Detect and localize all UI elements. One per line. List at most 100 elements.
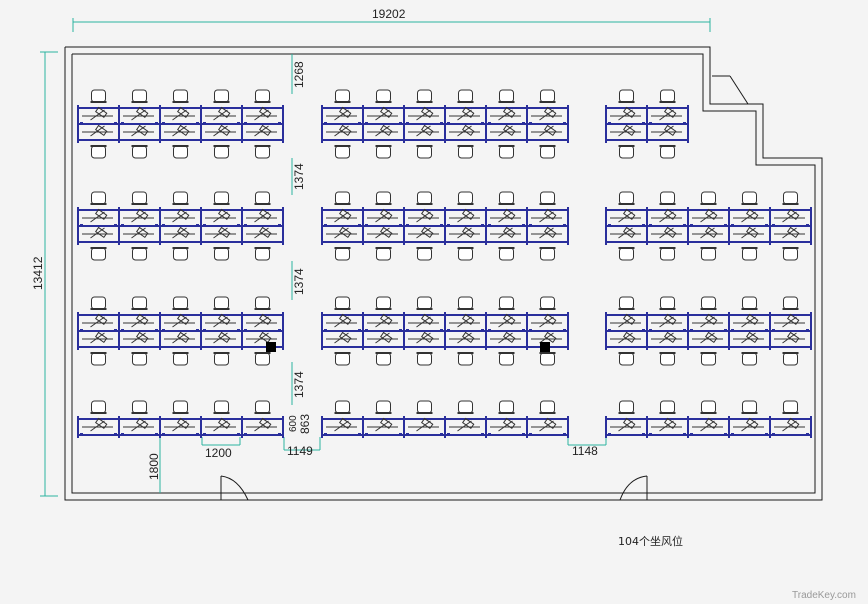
desk bbox=[651, 226, 682, 239]
chair bbox=[700, 352, 717, 366]
desk bbox=[733, 226, 764, 239]
desk bbox=[164, 226, 195, 239]
desk bbox=[408, 417, 439, 432]
chair bbox=[741, 352, 758, 366]
desk bbox=[326, 124, 357, 137]
chair bbox=[457, 247, 474, 261]
desk bbox=[531, 331, 562, 344]
desk bbox=[205, 313, 236, 328]
desk bbox=[326, 331, 357, 344]
chair bbox=[254, 89, 271, 103]
desk bbox=[205, 331, 236, 344]
bottom-offset-label: 1800 bbox=[147, 453, 161, 480]
total-height-label: 13412 bbox=[31, 256, 45, 290]
chair bbox=[213, 352, 230, 366]
walkway-left-label: 1149 bbox=[287, 444, 313, 458]
chair bbox=[416, 400, 433, 414]
chair bbox=[782, 352, 799, 366]
desk bbox=[408, 226, 439, 239]
chair bbox=[498, 89, 515, 103]
desk bbox=[651, 208, 682, 223]
chair bbox=[375, 145, 392, 159]
chair bbox=[213, 89, 230, 103]
desk bbox=[408, 331, 439, 344]
desk bbox=[733, 208, 764, 223]
desk bbox=[449, 417, 480, 432]
chair bbox=[416, 352, 433, 366]
cluster-right-row-2 bbox=[605, 191, 812, 261]
desk bbox=[733, 331, 764, 344]
aisle-width-label: 863 bbox=[298, 414, 312, 434]
desk bbox=[449, 226, 480, 239]
chair bbox=[539, 145, 556, 159]
chair bbox=[416, 247, 433, 261]
desk bbox=[651, 313, 682, 328]
chair bbox=[498, 296, 515, 310]
cluster-middle-row-4 bbox=[321, 400, 569, 438]
total-width-label: 19202 bbox=[372, 7, 406, 21]
cluster-right-row-1 bbox=[605, 89, 689, 159]
desk bbox=[408, 208, 439, 223]
desk bbox=[490, 208, 521, 223]
chair bbox=[659, 89, 676, 103]
desk bbox=[82, 331, 113, 344]
chair bbox=[741, 400, 758, 414]
desk bbox=[774, 417, 805, 432]
desk bbox=[733, 417, 764, 432]
chair bbox=[254, 247, 271, 261]
desk bbox=[531, 313, 562, 328]
column-right bbox=[540, 342, 550, 352]
chair bbox=[254, 145, 271, 159]
chair bbox=[90, 400, 107, 414]
gap-row-1-label: 1374 bbox=[292, 163, 306, 190]
desk bbox=[326, 208, 357, 223]
chair bbox=[213, 400, 230, 414]
desk bbox=[692, 331, 723, 344]
chair bbox=[457, 400, 474, 414]
chair bbox=[254, 296, 271, 310]
desk bbox=[164, 124, 195, 137]
desk bbox=[326, 226, 357, 239]
desk bbox=[610, 417, 641, 432]
desk bbox=[490, 226, 521, 239]
desk bbox=[774, 226, 805, 239]
bottom-door-right bbox=[619, 475, 648, 501]
chair bbox=[416, 89, 433, 103]
chair bbox=[618, 352, 635, 366]
chair bbox=[334, 400, 351, 414]
desk bbox=[490, 106, 521, 121]
chair bbox=[416, 191, 433, 205]
desk bbox=[164, 106, 195, 121]
desk bbox=[610, 331, 641, 344]
chair bbox=[457, 352, 474, 366]
chair bbox=[700, 247, 717, 261]
desk bbox=[123, 106, 154, 121]
desk bbox=[82, 124, 113, 137]
cluster-middle-row-2 bbox=[321, 191, 569, 261]
desk bbox=[651, 417, 682, 432]
chair bbox=[375, 400, 392, 414]
desk bbox=[205, 417, 236, 432]
desk bbox=[82, 313, 113, 328]
chair bbox=[782, 400, 799, 414]
desk bbox=[367, 106, 398, 121]
chair bbox=[539, 89, 556, 103]
chair bbox=[90, 145, 107, 159]
desk bbox=[692, 417, 723, 432]
chair bbox=[254, 352, 271, 366]
desk bbox=[246, 331, 277, 344]
desk bbox=[82, 106, 113, 121]
desk bbox=[449, 208, 480, 223]
desk bbox=[123, 313, 154, 328]
cluster-left-row-1 bbox=[77, 89, 284, 159]
desk bbox=[246, 124, 277, 137]
chair bbox=[618, 191, 635, 205]
desk bbox=[610, 226, 641, 239]
desk bbox=[610, 124, 641, 137]
desk bbox=[490, 417, 521, 432]
column-left bbox=[266, 342, 276, 352]
gap-top-label: 1268 bbox=[292, 61, 306, 88]
chair bbox=[375, 247, 392, 261]
desk bbox=[610, 208, 641, 223]
desk bbox=[774, 208, 805, 223]
